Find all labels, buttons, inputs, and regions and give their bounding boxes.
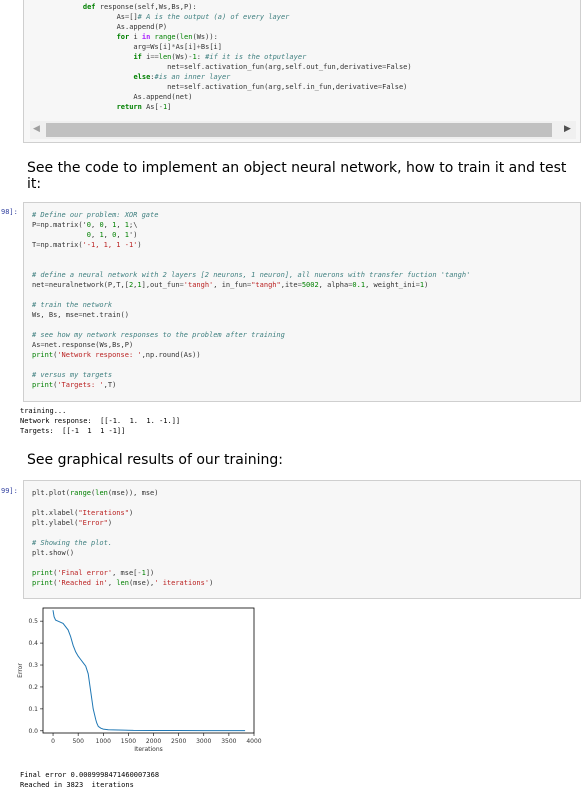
code-cell-98[interactable]: # Define our problem: XOR gate P=np.matr…	[23, 202, 581, 402]
x-tick-label: 500	[72, 738, 84, 745]
x-tick-label: 2000	[146, 738, 161, 745]
scroll-right-arrow-icon[interactable]: ▶	[564, 124, 571, 134]
code-block-98[interactable]: # Define our problem: XOR gate P=np.matr…	[32, 210, 470, 390]
x-tick-label: 1500	[121, 738, 136, 745]
plot-frame	[42, 607, 255, 734]
horizontal-scrollbar[interactable]: ◀ ▶	[30, 121, 576, 139]
x-tick-label: 0	[51, 738, 55, 745]
code-block-top[interactable]: def response(self,Ws,Bs,P): As=[]# A is …	[66, 2, 412, 112]
y-axis-label: Error	[17, 663, 24, 678]
y-tick-label: 0.4	[28, 640, 38, 647]
output-99: Final error 0.0009998471460007368 Reache…	[20, 771, 160, 789]
x-tick-label: 2500	[171, 738, 186, 745]
code-cell-99[interactable]: plt.plot(range(len(mse)), mse) plt.xlabe…	[23, 480, 581, 599]
x-tick-label: 1000	[96, 738, 111, 745]
x-tick-label: 3500	[221, 738, 236, 745]
x-tick-label: 3000	[196, 738, 211, 745]
y-tick-label: 0.1	[28, 706, 38, 713]
markdown-heading-2: See graphical results of our training:	[27, 452, 283, 468]
y-tick-label: 0.2	[28, 684, 38, 691]
cell-prompt-99: 99]:	[1, 487, 18, 495]
scrollbar-thumb[interactable]	[46, 123, 552, 137]
markdown-heading-1: See the code to implement an object neur…	[27, 160, 567, 192]
x-tick-label: 4000	[246, 738, 261, 745]
x-axis-label: Iterations	[134, 746, 163, 753]
cell-prompt-98: 98]:	[1, 208, 18, 216]
scroll-left-arrow-icon[interactable]: ◀	[33, 124, 40, 134]
y-tick-label: 0.5	[28, 618, 38, 625]
code-block-99[interactable]: plt.plot(range(len(mse)), mse) plt.xlabe…	[32, 488, 213, 588]
y-tick-label: 0.0	[28, 728, 38, 735]
error-chart: 0 500 1000 1500 2000 2500 3000 3500 4000 0.0 0.1 0.…	[17, 607, 262, 753]
y-tick-label: 0.3	[28, 662, 38, 669]
output-98: training... Network response: [[-1. 1. 1…	[20, 407, 181, 435]
code-cell-top[interactable]: def response(self,Ws,Bs,P): As=[]# A is …	[23, 0, 581, 143]
